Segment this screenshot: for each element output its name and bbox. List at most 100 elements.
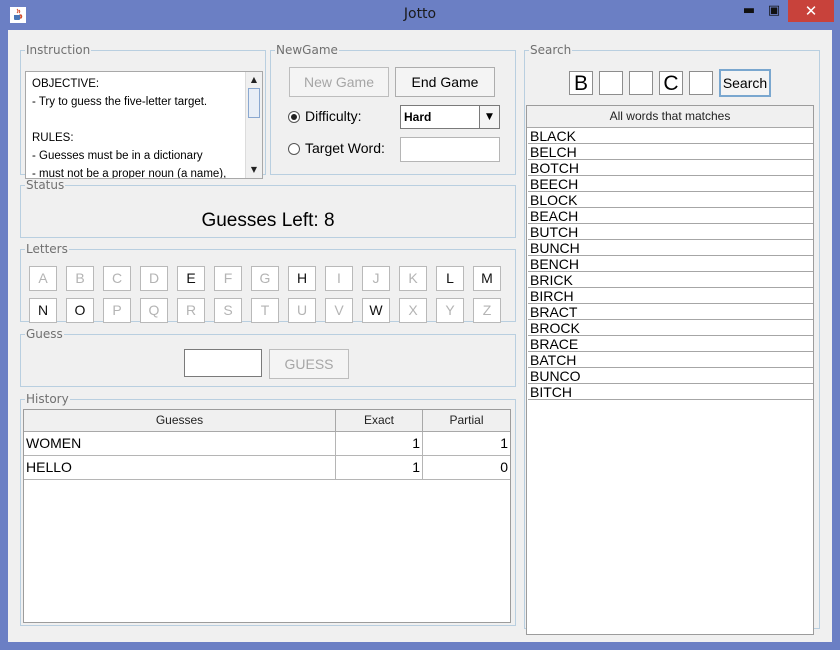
result-item[interactable]: BRICK — [528, 272, 813, 288]
result-item[interactable]: BEECH — [528, 176, 813, 192]
history-cell-partial[interactable]: 1 — [423, 432, 510, 456]
end-game-button[interactable]: End Game — [395, 67, 495, 97]
results-header[interactable]: All words that matches — [527, 106, 813, 128]
guess-panel: Guess GUESS — [20, 327, 516, 387]
letter-button-y[interactable]: Y — [436, 298, 464, 323]
instruction-textarea[interactable]: OBJECTIVE: - Try to guess the five-letter… — [25, 71, 263, 179]
result-item[interactable]: BEACH — [528, 208, 813, 224]
result-item[interactable]: BUNCH — [528, 240, 813, 256]
title-bar[interactable]: Jotto ▬ ▣ ✕ — [0, 0, 840, 30]
result-item[interactable]: BUTCH — [528, 224, 813, 240]
search-panel: Search B C Search All words that matches … — [524, 43, 820, 635]
close-icon[interactable]: ✕ — [788, 0, 834, 22]
result-item[interactable]: BRACT — [528, 304, 813, 320]
history-cell-partial[interactable]: 0 — [423, 456, 510, 480]
result-item[interactable]: BELCH — [528, 144, 813, 160]
result-item[interactable]: BUNCO — [528, 368, 813, 384]
result-item[interactable]: BATCH — [528, 352, 813, 368]
history-table[interactable]: Guesses Exact Partial WOMEN 1 1 HELLO 1 0 — [23, 409, 511, 623]
scroll-down-icon[interactable]: ▼ — [248, 163, 260, 177]
guess-input[interactable] — [184, 349, 262, 377]
search-letter-input-2[interactable] — [599, 71, 623, 95]
history-legend: History — [26, 392, 69, 406]
letter-button-r[interactable]: R — [177, 298, 205, 323]
search-legend: Search — [530, 43, 572, 57]
letters-panel: Letters ABCDEFGHIJKLM NOPQRSTUVWXYZ — [20, 242, 516, 323]
window-title: Jotto — [403, 6, 437, 22]
letter-button-e[interactable]: E — [177, 266, 205, 291]
result-item[interactable]: BRACE — [528, 336, 813, 352]
new-game-button[interactable]: New Game — [289, 67, 389, 97]
letter-button-b[interactable]: B — [66, 266, 94, 291]
letter-button-w[interactable]: W — [362, 298, 390, 323]
letter-button-o[interactable]: O — [66, 298, 94, 323]
guess-button[interactable]: GUESS — [269, 349, 349, 379]
history-cell-guess[interactable]: HELLO — [24, 456, 336, 480]
status-panel: Status Guesses Left: 8 — [20, 178, 516, 238]
instruction-scrollbar[interactable]: ▲ ▼ — [245, 72, 262, 178]
letter-button-t[interactable]: T — [251, 298, 279, 323]
target-word-label: Target Word: — [305, 140, 385, 156]
result-item[interactable]: BROCK — [528, 320, 813, 336]
target-word-input[interactable] — [400, 137, 500, 162]
main-content: Instruction OBJECTIVE: - Try to guess the… — [8, 30, 832, 642]
letter-button-v[interactable]: V — [325, 298, 353, 323]
newgame-panel: NewGame New Game End Game Difficulty: Ha… — [270, 43, 516, 175]
guess-legend: Guess — [26, 327, 63, 341]
result-item[interactable]: BLOCK — [528, 192, 813, 208]
history-cell-exact[interactable]: 1 — [336, 456, 423, 480]
result-item[interactable]: BLACK — [528, 128, 813, 144]
result-item[interactable]: BENCH — [528, 256, 813, 272]
search-button[interactable]: Search — [719, 69, 771, 97]
letter-button-g[interactable]: G — [251, 266, 279, 291]
difficulty-radio[interactable] — [288, 111, 300, 123]
column-header-partial[interactable]: Partial — [423, 410, 510, 432]
letter-button-d[interactable]: D — [140, 266, 168, 291]
scroll-up-icon[interactable]: ▲ — [248, 73, 260, 87]
letter-button-z[interactable]: Z — [473, 298, 501, 323]
letter-button-k[interactable]: K — [399, 266, 427, 291]
result-item[interactable]: BIRCH — [528, 288, 813, 304]
history-panel: History Guesses Exact Partial WOMEN 1 1 HEL… — [20, 392, 516, 626]
column-header-exact[interactable]: Exact — [336, 410, 423, 432]
letter-button-p[interactable]: P — [103, 298, 131, 323]
search-letter-input-5[interactable] — [689, 71, 713, 95]
letter-button-q[interactable]: Q — [140, 298, 168, 323]
letter-button-j[interactable]: J — [362, 266, 390, 291]
letter-button-l[interactable]: L — [436, 266, 464, 291]
instruction-legend: Instruction — [26, 43, 91, 57]
letter-button-h[interactable]: H — [288, 266, 316, 291]
scroll-thumb[interactable] — [248, 88, 260, 118]
letter-button-m[interactable]: M — [473, 266, 501, 291]
letters-legend: Letters — [26, 242, 68, 256]
status-legend: Status — [26, 178, 65, 192]
search-letter-input-1[interactable]: B — [569, 71, 593, 95]
letter-button-f[interactable]: F — [214, 266, 242, 291]
letter-button-x[interactable]: X — [399, 298, 427, 323]
letter-button-c[interactable]: C — [103, 266, 131, 291]
target-word-radio[interactable] — [288, 143, 300, 155]
result-item[interactable]: BOTCH — [528, 160, 813, 176]
search-letter-input-4[interactable]: C — [659, 71, 683, 95]
instruction-panel: Instruction OBJECTIVE: - Try to guess the… — [20, 43, 266, 179]
letter-button-s[interactable]: S — [214, 298, 242, 323]
app-window: Jotto ▬ ▣ ✕ Instruction OBJECTIVE: - Try … — [0, 0, 840, 650]
letter-button-n[interactable]: N — [29, 298, 57, 323]
column-header-guesses[interactable]: Guesses — [24, 410, 336, 432]
minimize-icon[interactable]: ▬ — [737, 0, 761, 22]
newgame-legend: NewGame — [276, 43, 338, 57]
difficulty-label: Difficulty: — [305, 108, 362, 124]
maximize-icon[interactable]: ▣ — [762, 0, 786, 22]
history-cell-guess[interactable]: WOMEN — [24, 432, 336, 456]
chevron-down-icon[interactable]: ▼ — [479, 106, 499, 128]
instruction-text: OBJECTIVE: - Try to guess the five-letter… — [32, 78, 227, 179]
results-table[interactable]: All words that matches BLACK BELCH BOTCH BE… — [526, 105, 814, 635]
result-item[interactable]: BITCH — [528, 384, 813, 400]
letter-button-i[interactable]: I — [325, 266, 353, 291]
letter-button-a[interactable]: A — [29, 266, 57, 291]
difficulty-select[interactable]: Hard ▼ — [400, 105, 500, 129]
history-cell-exact[interactable]: 1 — [336, 432, 423, 456]
search-letter-input-3[interactable] — [629, 71, 653, 95]
difficulty-value: Hard — [404, 110, 432, 124]
letter-button-u[interactable]: U — [288, 298, 316, 323]
